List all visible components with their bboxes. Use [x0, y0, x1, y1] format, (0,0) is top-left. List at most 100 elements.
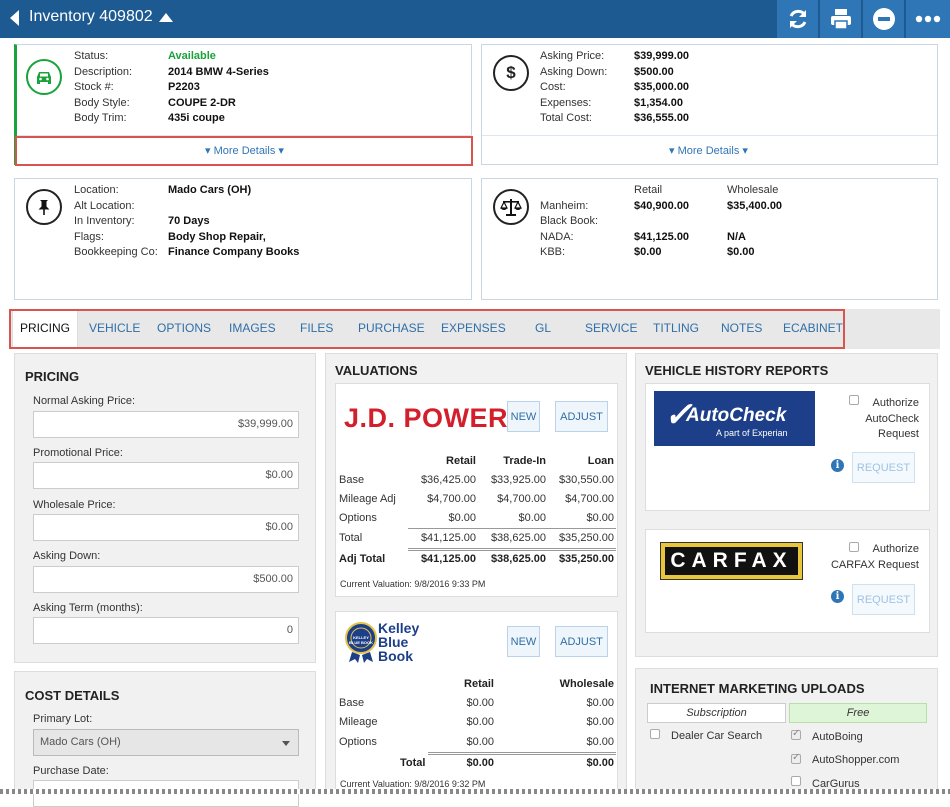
dealer-car-search-checkbox[interactable] [650, 729, 660, 739]
location-value: Mado Cars (OH) [168, 184, 252, 196]
asking-price-value: $39,999.00 [634, 50, 690, 62]
flags-value: Body Shop Repair, [168, 230, 266, 243]
bookkeeping-label: Bookkeeping Co: [74, 246, 158, 258]
total-cost-label: Total Cost: [540, 112, 592, 124]
page-title: Inventory 409802 [29, 8, 153, 25]
promo-price-input[interactable]: $0.00 [33, 462, 299, 489]
pushpin-icon [26, 189, 62, 225]
kbb-cell: $0.00 [466, 736, 494, 748]
more-details-link-2[interactable]: ▾ More Details ▾ [669, 144, 748, 157]
torn-edge [0, 789, 950, 794]
description-value: 2014 BMW 4-Series [168, 65, 269, 78]
info-icon[interactable]: i [831, 590, 844, 603]
asking-term-input[interactable]: 0 [33, 617, 299, 644]
dollar-icon: $ [493, 55, 529, 91]
jd-row-label: Options [339, 512, 377, 524]
printer-icon [831, 9, 851, 30]
caret-up-icon[interactable] [159, 13, 173, 22]
jd-cell: $38,625.00 [490, 532, 546, 544]
kbb-total-cell: $0.00 [586, 757, 614, 769]
minus-circle-icon [873, 8, 895, 30]
dropdown-arrow-icon [282, 741, 290, 746]
asking-price-label: Asking Price: [540, 50, 605, 62]
normal-price-input[interactable]: $39,999.00 [33, 411, 299, 438]
kbb-total-cell: $0.00 [466, 757, 494, 769]
jd-new-button[interactable]: NEW [507, 401, 540, 432]
nada-wholesale: N/A [727, 230, 746, 243]
jd-adj-cell: $35,250.00 [558, 553, 614, 565]
status-value: Available [168, 50, 216, 62]
jd-row-label: Base [339, 474, 365, 486]
jd-retail-header: Retail [446, 455, 476, 467]
kbb-divider [428, 754, 616, 755]
nada-retail: $41,125.00 [634, 230, 690, 243]
autoshopper-checkbox[interactable]: ✓ [791, 752, 801, 764]
purchase-date-label: Purchase Date: [33, 765, 109, 777]
location-panel: Location: Mado Cars (OH) Alt Location: I… [14, 178, 472, 300]
kbb-new-button[interactable]: NEW [507, 626, 540, 657]
jd-adj-total-label: Adj Total [339, 553, 386, 565]
kbb-cell: $0.00 [466, 716, 494, 728]
primary-lot-label: Primary Lot: [33, 713, 93, 725]
kbb-current-valuation: Current Valuation: 9/8/2016 9:32 PM [340, 779, 486, 789]
remove-button[interactable] [862, 0, 904, 38]
asking-term-label: Asking Term (months): [33, 602, 143, 614]
expenses-label: Expenses: [540, 96, 592, 109]
free-header: Free [789, 703, 927, 723]
jd-cell: $4,700.00 [427, 493, 476, 505]
kbb-retail: $0.00 [634, 246, 662, 258]
wholesale-price-input[interactable]: $0.00 [33, 514, 299, 541]
promo-price-label: Promotional Price: [33, 447, 123, 459]
more-menu-button[interactable] [905, 0, 950, 38]
kbb-adjust-button[interactable]: ADJUST [555, 626, 608, 657]
jd-adjust-button[interactable]: ADJUST [555, 401, 608, 432]
pricing-title: PRICING [25, 369, 80, 384]
kbb-logo-book: Book [378, 648, 413, 664]
jd-adj-cell: $38,625.00 [490, 553, 546, 565]
history-title: VEHICLE HISTORY REPORTS [645, 363, 829, 378]
jd-current-valuation: Current Valuation: 9/8/2016 9:33 PM [340, 579, 486, 589]
pricing-card: PRICING Normal Asking Price: $39,999.00 … [14, 353, 316, 663]
stock-value: P2203 [168, 81, 200, 93]
cargurus-checkbox[interactable] [791, 776, 801, 786]
alt-location-label: Alt Location: [74, 199, 135, 212]
valuations-title: VALUATIONS [335, 363, 418, 378]
ellipsis-icon [915, 15, 941, 23]
jd-cell: $4,700.00 [497, 493, 546, 505]
jd-divider [408, 550, 616, 551]
car-icon [26, 59, 62, 95]
asking-down-label: Asking Down: [540, 65, 608, 78]
kbb-total-label: Total [400, 757, 426, 769]
manheim-label: Manheim: [540, 199, 589, 212]
location-label: Location: [74, 184, 119, 196]
refresh-button[interactable] [776, 0, 818, 38]
asking-down-input[interactable]: $500.00 [33, 566, 299, 593]
cost-details-card: COST DETAILS Primary Lot: Mado Cars (OH)… [14, 671, 316, 807]
info-icon[interactable]: i [831, 459, 844, 472]
cost-details-title: COST DETAILS [25, 688, 120, 703]
autocheck-logo: ✓ AutoCheck A part of Experian [654, 391, 815, 446]
manheim-retail: $40,900.00 [634, 199, 690, 212]
autocheck-authorize-line2: AutoCheck [865, 412, 919, 425]
jd-cell: $35,250.00 [558, 532, 614, 544]
autoboing-checkbox[interactable]: ✓ [791, 728, 801, 740]
kbb-row-label: Base [339, 697, 365, 709]
dealer-car-search-label: Dealer Car Search [671, 730, 763, 742]
jd-cell: $33,925.00 [490, 474, 546, 486]
jd-cell: $0.00 [518, 512, 546, 524]
jd-row-label: Total [339, 532, 363, 544]
print-button[interactable] [819, 0, 861, 38]
carfax-box: CARFAX Authorize CARFAX Request i REQUES… [645, 529, 930, 633]
primary-lot-select[interactable]: Mado Cars (OH) [33, 729, 299, 756]
jd-adj-cell: $41,125.00 [420, 553, 476, 565]
kbb-cell: $0.00 [586, 716, 614, 728]
carfax-request-button[interactable]: REQUEST [852, 584, 915, 615]
status-label: Status: [74, 50, 109, 62]
autocheck-request-button[interactable]: REQUEST [852, 452, 915, 483]
asking-down-value: $500.00 [634, 65, 674, 78]
jd-row-label: Mileage Adj [339, 493, 396, 505]
back-arrow-icon[interactable] [10, 10, 19, 26]
autocheck-box: ✓ AutoCheck A part of Experian Authorize… [645, 383, 930, 511]
kbb-cell: $0.00 [586, 697, 614, 709]
normal-price-label: Normal Asking Price: [33, 395, 136, 407]
